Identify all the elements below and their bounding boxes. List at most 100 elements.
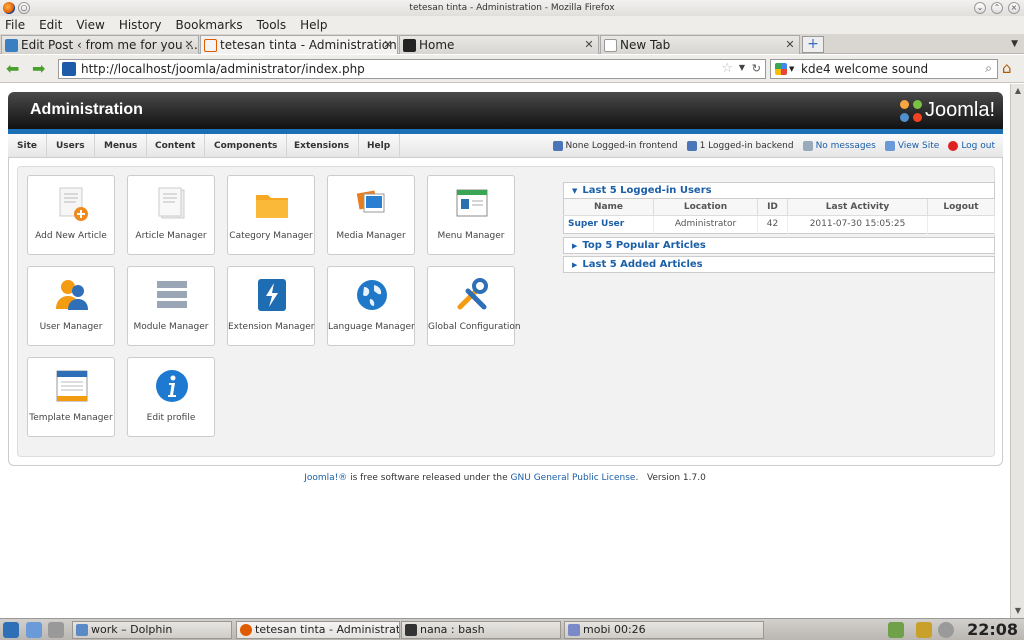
url-bar[interactable]: http://localhost/joomla/administrator/in… bbox=[58, 59, 766, 79]
admin-menu-content[interactable]: Content bbox=[146, 134, 206, 158]
quickicon-extension-manager[interactable]: Extension Manager bbox=[227, 266, 315, 346]
quickicon-global-configuration[interactable]: Global Configuration bbox=[427, 266, 521, 346]
clock[interactable]: 22:08 bbox=[967, 619, 1018, 640]
version-text: Version 1.7.0 bbox=[646, 473, 706, 483]
tab-list-chevron-icon[interactable]: ▼ bbox=[1011, 39, 1018, 49]
cpanel: Add New Article Article Manager Category… bbox=[17, 166, 995, 457]
menu-view[interactable]: View bbox=[76, 18, 104, 32]
menu-history[interactable]: History bbox=[119, 18, 162, 32]
gpl-license-link[interactable]: GNU General Public License bbox=[511, 473, 636, 483]
maximize-button[interactable]: ⌃ bbox=[991, 2, 1003, 14]
reload-icon[interactable]: ↻ bbox=[752, 62, 761, 75]
dolphin-icon bbox=[76, 624, 88, 636]
joomla-link[interactable]: Joomla!® bbox=[304, 473, 347, 483]
window-menu-button[interactable]: ○ bbox=[18, 2, 30, 14]
tab-new-tab[interactable]: New Tab ✕ bbox=[600, 35, 800, 54]
kde-menu-icon[interactable] bbox=[3, 622, 19, 638]
taskbar-dolphin[interactable]: work – Dolphin bbox=[72, 621, 232, 639]
search-bar[interactable]: ▼ kde4 welcome sound ⌕ bbox=[770, 59, 998, 79]
quickicon-user-manager[interactable]: User Manager bbox=[27, 266, 115, 346]
extension-icon bbox=[258, 279, 286, 311]
home-icon[interactable]: ⌂ bbox=[1002, 60, 1020, 78]
quickicon-menu-manager[interactable]: Menu Manager bbox=[427, 175, 515, 255]
menu-help[interactable]: Help bbox=[300, 18, 327, 32]
quickicon-add-new-article[interactable]: Add New Article bbox=[27, 175, 115, 255]
minimize-button[interactable]: ⌄ bbox=[974, 2, 986, 14]
messages-link[interactable]: No messages bbox=[802, 141, 876, 151]
search-input[interactable]: kde4 welcome sound bbox=[801, 62, 928, 76]
bookmark-star-icon[interactable]: ☆ bbox=[721, 61, 733, 76]
menu-file[interactable]: File bbox=[5, 18, 25, 32]
desktop-icon[interactable] bbox=[26, 622, 42, 638]
menu-tools[interactable]: Tools bbox=[257, 18, 287, 32]
message-icon bbox=[802, 141, 813, 151]
admin-menu-site[interactable]: Site bbox=[8, 134, 47, 158]
search-icon[interactable]: ⌕ bbox=[985, 61, 992, 76]
admin-menu-help[interactable]: Help bbox=[358, 134, 401, 158]
url-text: http://localhost/joomla/administrator/in… bbox=[81, 62, 365, 76]
view-site-link[interactable]: View Site bbox=[884, 141, 939, 151]
quickicon-media-manager[interactable]: Media Manager bbox=[327, 175, 415, 255]
taskbar-konsole[interactable]: nana : bash bbox=[401, 621, 561, 639]
col-location: Location bbox=[653, 199, 758, 216]
notifications-icon[interactable] bbox=[938, 622, 954, 638]
joomla-favicon-icon bbox=[403, 38, 416, 52]
admin-menu-extensions[interactable]: Extensions bbox=[285, 134, 360, 158]
tab-edit-post[interactable]: Edit Post ‹ from me for you ... ✕ bbox=[1, 35, 199, 54]
admin-menubar: Site Users Menus Content Components Exte… bbox=[8, 134, 1003, 158]
article-icon bbox=[158, 187, 185, 219]
info-icon bbox=[156, 370, 188, 402]
close-tab-icon[interactable]: ✕ bbox=[183, 39, 195, 51]
new-tab-button[interactable]: + bbox=[802, 36, 824, 53]
users-icon bbox=[552, 141, 563, 151]
admin-menu-components[interactable]: Components bbox=[205, 134, 288, 158]
page-scrollbar[interactable]: ▲ ▼ bbox=[1010, 84, 1024, 618]
joomla-mark-icon bbox=[899, 99, 922, 122]
table-row: Super User Administrator 42 2011-07-30 1… bbox=[563, 215, 995, 233]
quickicon-edit-profile[interactable]: Edit profile bbox=[127, 357, 215, 437]
forward-arrow-icon[interactable]: ➡ bbox=[32, 61, 50, 77]
system-taskbar: work – Dolphin tetesan tinta - Administr… bbox=[0, 618, 1024, 640]
monitor-icon bbox=[884, 141, 895, 151]
close-tab-icon[interactable]: ✕ bbox=[784, 39, 796, 51]
menu-edit[interactable]: Edit bbox=[39, 18, 62, 32]
admin-content: Add New Article Article Manager Category… bbox=[8, 158, 1003, 466]
scroll-up-icon[interactable]: ▲ bbox=[1012, 85, 1024, 97]
pager-icon[interactable] bbox=[48, 622, 64, 638]
pane-logged-in-users[interactable]: ▼ Last 5 Logged-in Users bbox=[563, 182, 995, 199]
col-name: Name bbox=[563, 199, 654, 216]
volume-icon[interactable] bbox=[888, 622, 904, 638]
quickicon-module-manager[interactable]: Module Manager bbox=[127, 266, 215, 346]
admin-menu-menus[interactable]: Menus bbox=[95, 134, 148, 158]
user-name-link[interactable]: Super User bbox=[563, 215, 654, 233]
modules-panel: ▼ Last 5 Logged-in Users Name Location ID… bbox=[563, 182, 995, 275]
pane-added-articles[interactable]: ▶ Last 5 Added Articles bbox=[563, 255, 995, 273]
quickicon-category-manager[interactable]: Category Manager bbox=[227, 175, 315, 255]
blank-page-icon bbox=[604, 38, 617, 52]
pane-popular-articles[interactable]: ▶ Top 5 Popular Articles bbox=[563, 236, 995, 254]
menu-bookmarks[interactable]: Bookmarks bbox=[176, 18, 243, 32]
logged-in-users-table: Name Location ID Last Activity Logout Su… bbox=[563, 199, 995, 234]
admin-menu-users[interactable]: Users bbox=[47, 134, 95, 158]
window-titlebar: ○ tetesan tinta - Administration - Mozil… bbox=[0, 0, 1024, 16]
back-arrow-icon[interactable]: ⬅ bbox=[6, 61, 24, 77]
tab-home[interactable]: Home ✕ bbox=[399, 35, 599, 54]
taskbar-mobi[interactable]: mobi 00:26 bbox=[564, 621, 764, 639]
terminal-icon bbox=[405, 624, 417, 636]
tab-administration[interactable]: tetesan tinta - Administration ✕ bbox=[200, 35, 398, 54]
tools-icon bbox=[457, 278, 488, 310]
logout-link[interactable]: Log out bbox=[948, 141, 995, 151]
quickicon-template-manager[interactable]: Template Manager bbox=[27, 357, 115, 437]
quickicon-article-manager[interactable]: Article Manager bbox=[127, 175, 215, 255]
close-window-button[interactable]: × bbox=[1008, 2, 1020, 14]
quickicon-language-manager[interactable]: Language Manager bbox=[327, 266, 415, 346]
engine-dropdown-icon[interactable]: ▼ bbox=[789, 65, 794, 73]
users-icon bbox=[686, 141, 697, 151]
url-dropdown-icon[interactable]: ▼ bbox=[739, 63, 745, 72]
battery-icon[interactable] bbox=[916, 622, 932, 638]
scroll-down-icon[interactable]: ▼ bbox=[1012, 605, 1024, 617]
globe-icon bbox=[357, 280, 387, 310]
close-tab-icon[interactable]: ✕ bbox=[382, 39, 394, 51]
taskbar-firefox[interactable]: tetesan tinta - Administration - M bbox=[236, 621, 400, 639]
close-tab-icon[interactable]: ✕ bbox=[583, 39, 595, 51]
